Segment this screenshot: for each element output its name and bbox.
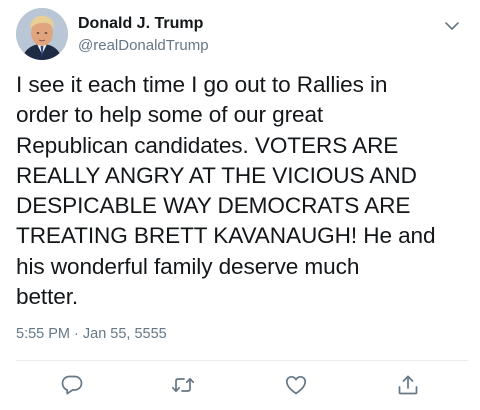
tweet-text-line: better. — [16, 284, 79, 310]
reply-button[interactable] — [59, 372, 85, 398]
tweet-text-line: order to help some of our great — [16, 102, 324, 128]
share-icon — [396, 373, 420, 397]
tweet-text-line: Republican candidates. VOTERS ARE — [16, 132, 399, 158]
divider — [16, 360, 468, 361]
reply-icon — [60, 373, 84, 397]
like-button[interactable] — [283, 372, 309, 398]
author-names: Donald J. Trump @realDonaldTrump — [78, 14, 209, 56]
avatar[interactable] — [16, 8, 68, 60]
tweet-text: I see it each time I go out to Rallies i… — [16, 70, 468, 312]
heart-icon — [284, 373, 308, 397]
retweet-icon — [171, 373, 195, 397]
tweet-card: Donald J. Trump @realDonaldTrump I see i… — [0, 0, 480, 410]
tweet-text-line: REALLY ANGRY AT THE VICIOUS AND — [16, 162, 417, 188]
author-display-name[interactable]: Donald J. Trump — [78, 14, 209, 34]
tweet-header: Donald J. Trump @realDonaldTrump — [16, 8, 464, 64]
tweet-text-line: I see it each time I go out to Rallies i… — [16, 72, 388, 97]
tweet-text-line: his wonderful family deserve much — [16, 253, 360, 279]
tweet-text-line: TREATING BRETT KAVANAUGH! He and — [16, 223, 436, 249]
share-button[interactable] — [395, 372, 421, 398]
chevron-down-icon[interactable] — [442, 16, 462, 36]
retweet-button[interactable] — [170, 372, 196, 398]
tweet-timestamp[interactable]: 5:55 PM · Jan 55, 5555 — [16, 326, 167, 342]
tweet-actions — [0, 372, 480, 398]
author-handle[interactable]: @realDonaldTrump — [78, 36, 209, 56]
tweet-text-line: DESPICABLE WAY DEMOCRATS ARE — [16, 193, 411, 219]
